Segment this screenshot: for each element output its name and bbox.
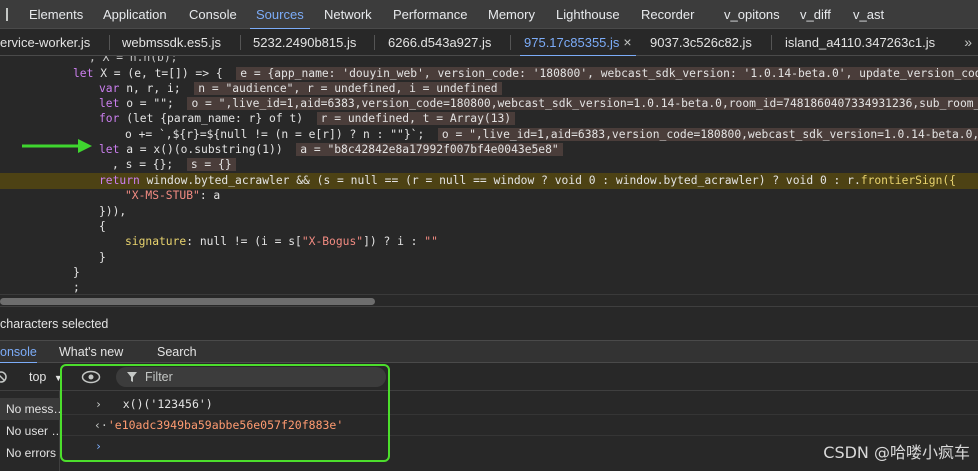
sidebar-item-errors[interactable]: No errors	[0, 442, 60, 464]
inline-value-badge: o = ",live_id=1,aid=6383,version_code=18…	[437, 128, 978, 141]
editor-status-bar: characters selected	[0, 306, 978, 340]
source-file-tabs: ervice-worker.js webmssdk.es5.js 5232.24…	[0, 29, 978, 57]
tab-divider	[771, 35, 772, 50]
code-line: o += `,${r}=${null != (n = e[r]) ? n : "…	[0, 127, 978, 143]
code-line: }	[99, 251, 106, 264]
more-tabs-icon[interactable]: »	[964, 29, 972, 56]
context-selector[interactable]: top ▼	[29, 363, 63, 392]
file-tab[interactable]: 6266.d543a927.js	[388, 29, 491, 56]
tab-performance[interactable]: Performance	[387, 0, 473, 29]
file-tab[interactable]: island_a4110.347263c1.js	[785, 29, 935, 56]
file-tab[interactable]: webmssdk.es5.js	[122, 29, 221, 56]
code-line: signature: null != (i = s["X-Bogus"]) ? …	[125, 235, 438, 248]
sidebar-item-messages[interactable]: No mess…	[0, 398, 60, 420]
scrollbar-thumb[interactable]	[0, 298, 375, 305]
inline-value-badge: e = {app_name: 'douyin_web', version_cod…	[236, 67, 978, 80]
code-line: for (let {param_name: r} of t) r = undef…	[0, 111, 978, 127]
drawer-tab-console[interactable]: onsole	[0, 341, 37, 364]
code-line: let a = x()(o.substring(1)) a = "b8c4284…	[0, 142, 978, 158]
tab-lighthouse[interactable]: Lighthouse	[550, 0, 626, 29]
code-line: "X-MS-STUB": a	[125, 189, 221, 202]
tab-divider	[240, 35, 241, 50]
file-tab[interactable]: ervice-worker.js	[0, 29, 90, 56]
devtools-panel-tabs: Elements Application Console Sources Net…	[0, 0, 978, 30]
tab-divider	[374, 35, 375, 50]
tab-sources[interactable]: Sources	[250, 0, 310, 30]
code-line: , X = n.n(b);	[89, 56, 178, 64]
tab-v-opitons[interactable]: v_opitons	[718, 0, 786, 29]
file-tab[interactable]: 5232.2490b815.js	[253, 29, 356, 56]
file-tab[interactable]: 9037.3c526c82.js	[650, 29, 752, 56]
selection-status: characters selected	[0, 317, 109, 331]
code-line: ;	[73, 281, 80, 294]
code-line: , s = {}; s = {}	[0, 157, 978, 173]
drawer-tab-whats-new[interactable]: What's new	[59, 341, 123, 363]
drawer-tabs: onsole What's new Search	[0, 340, 978, 364]
code-line: let o = ""; o = ",live_id=1,aid=6383,ver…	[0, 96, 978, 112]
paused-line: return window.byted_acrawler && (s = nul…	[0, 173, 978, 189]
panel-icon[interactable]	[0, 8, 8, 21]
inline-value-badge: o = ",live_id=1,aid=6383,version_code=18…	[187, 97, 978, 110]
arrow-annotation-icon	[22, 139, 92, 153]
console-sidebar: No mess… No user … No errors	[0, 391, 60, 471]
file-tab-label: 975.17c85355.js	[524, 35, 620, 50]
tab-elements[interactable]: Elements	[23, 0, 89, 29]
tab-v-ast[interactable]: v_ast	[847, 0, 890, 29]
tab-divider	[109, 35, 110, 50]
code-line: }	[73, 266, 80, 279]
tab-memory[interactable]: Memory	[482, 0, 541, 29]
inline-value-badge: r = undefined, t = Array(13)	[316, 112, 516, 125]
code-editor[interactable]: , X = n.n(b); let X = (e, t=[]) => { e =…	[0, 56, 978, 294]
tab-application[interactable]: Application	[97, 0, 173, 29]
clear-console-icon[interactable]	[0, 370, 8, 384]
context-label: top	[29, 370, 47, 384]
close-icon[interactable]: ×	[623, 34, 631, 50]
inline-value-badge: n = "audience", r = undefined, i = undef…	[194, 82, 502, 95]
tab-network[interactable]: Network	[318, 0, 378, 29]
sidebar-item-user-messages[interactable]: No user …	[0, 420, 60, 442]
inline-value-badge: a = "b8c42842e8a17992f007bf4e0043e5e8"	[296, 143, 563, 156]
code-line: {	[99, 220, 106, 233]
drawer-tab-search[interactable]: Search	[157, 341, 197, 363]
tab-recorder[interactable]: Recorder	[635, 0, 700, 29]
editor-horizontal-scrollbar[interactable]	[0, 294, 978, 306]
file-tab-active[interactable]: 975.17c85355.js ×	[520, 29, 636, 57]
highlight-box-annotation	[60, 364, 390, 462]
code-line: let X = (e, t=[]) => { e = {app_name: 'd…	[0, 66, 978, 82]
tab-divider	[510, 35, 511, 50]
code-line: })),	[99, 205, 127, 218]
inline-value-badge: s = {}	[186, 158, 236, 171]
code-line: var n, r, i; n = "audience", r = undefin…	[0, 81, 978, 97]
tab-v-diff[interactable]: v_diff	[794, 0, 837, 29]
watermark: CSDN @哈喽小疯车	[823, 443, 970, 462]
tab-console[interactable]: Console	[183, 0, 243, 29]
